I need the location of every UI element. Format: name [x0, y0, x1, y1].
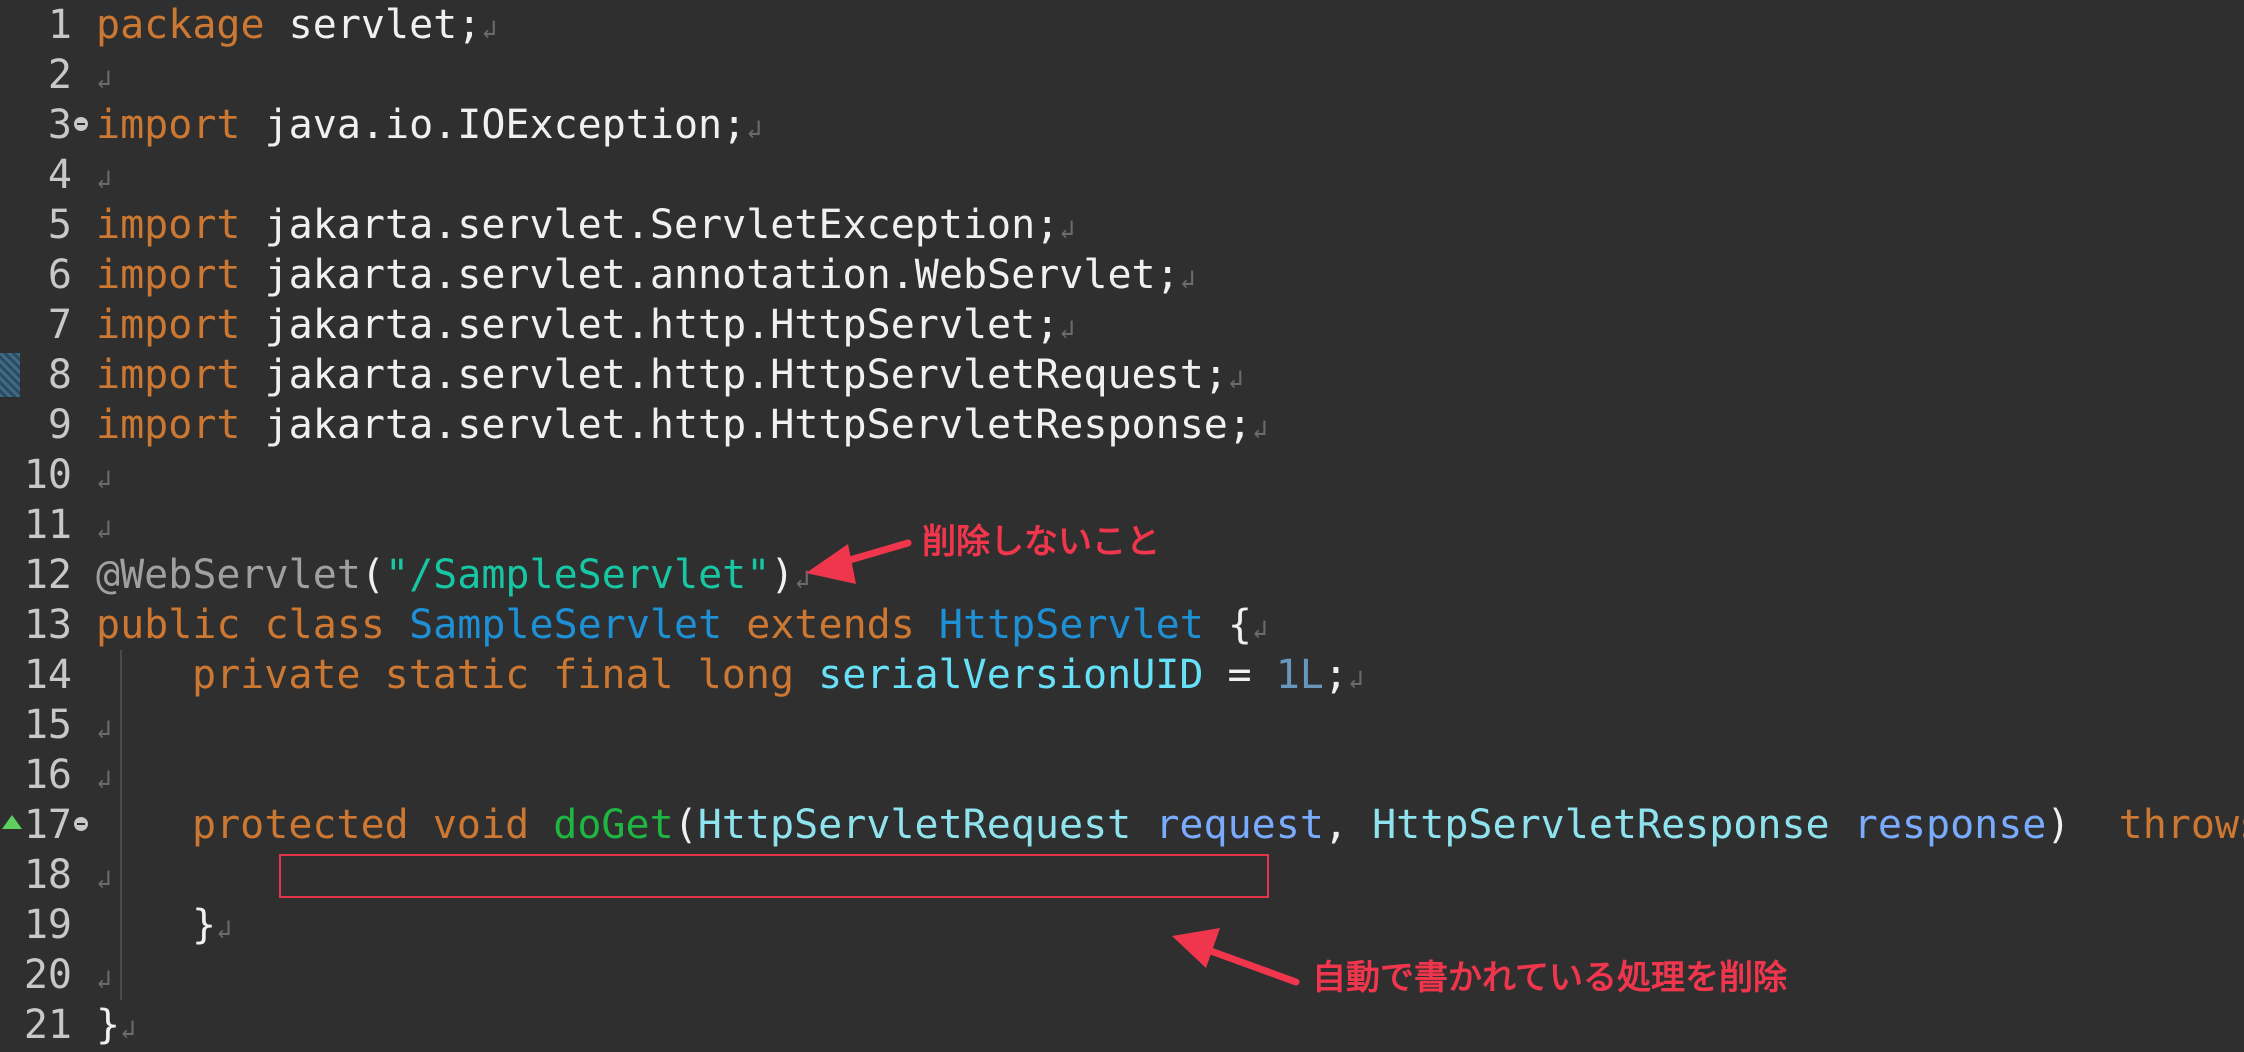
fold-collapse-icon[interactable]	[74, 117, 88, 131]
code-line[interactable]: 2 ↲	[0, 50, 2244, 100]
line-number: 9	[47, 402, 72, 448]
line-number: 4	[47, 152, 72, 198]
line-return-icon: ↲	[96, 765, 112, 795]
line-number: 16	[23, 752, 72, 798]
code-line[interactable]: 9 import jakarta.servlet.http.HttpServlet…	[0, 400, 2244, 450]
line-return-icon: ↲	[1227, 365, 1244, 395]
line-number: 19	[23, 902, 72, 948]
code-text: import jakarta.servlet.http.HttpServletR…	[96, 402, 1268, 448]
line-number: 10	[23, 452, 72, 498]
indent-guide	[120, 800, 122, 850]
line-return-icon: ↲	[794, 565, 811, 595]
indent-guide	[120, 700, 122, 750]
code-text: protected void doGet(HttpServletRequest …	[192, 802, 2244, 848]
code-text: import java.io.IOException;↲	[96, 102, 762, 148]
line-return-icon: ↲	[120, 1015, 136, 1045]
code-line[interactable]: 10 ↲	[0, 450, 2244, 500]
code-text: @WebServlet("/SampleServlet")↲	[96, 552, 811, 598]
line-return-icon: ↲	[1059, 215, 1075, 245]
line-return-icon: ↲	[96, 165, 112, 195]
line-number: 8	[47, 352, 72, 398]
highlight-box	[279, 854, 1269, 898]
code-text: import jakarta.servlet.http.HttpServlet;…	[96, 302, 1075, 348]
line-return-icon: ↲	[96, 865, 112, 895]
code-text: }↲	[192, 902, 232, 948]
line-number: 14	[23, 652, 72, 698]
code-text: package servlet;↲	[96, 2, 497, 48]
code-text: import jakarta.servlet.http.HttpServletR…	[96, 352, 1244, 398]
line-return-icon: ↲	[746, 115, 762, 145]
code-text: import jakarta.servlet.ServletException;…	[96, 202, 1075, 248]
line-return-icon: ↲	[481, 15, 497, 45]
line-return-icon: ↲	[1347, 665, 1364, 695]
code-text: ↲	[96, 750, 112, 805]
code-editor[interactable]: 1 package servlet;↲ 2 ↲ 3 import java.io.IOEx…	[0, 0, 2244, 1052]
line-number: 15	[23, 702, 72, 748]
indent-guide	[120, 850, 122, 900]
line-return-icon: ↲	[1059, 315, 1075, 345]
code-line[interactable]: 1 package servlet;↲	[0, 0, 2244, 50]
code-line[interactable]: 8 import jakarta.servlet.http.HttpServlet…	[0, 350, 2244, 400]
code-text: ↲	[96, 150, 112, 205]
line-return-icon: ↲	[1251, 415, 1268, 445]
code-text: ↲	[96, 450, 112, 505]
line-return-icon: ↲	[1251, 615, 1268, 645]
code-line[interactable]: 15 ↲	[0, 700, 2244, 750]
line-number: 7	[47, 302, 72, 348]
line-return-icon: ↲	[1179, 265, 1196, 295]
indent-guide	[120, 750, 122, 800]
line-number: 2	[47, 52, 72, 98]
code-line[interactable]: 6 import jakarta.servlet.annotation.WebSe…	[0, 250, 2244, 300]
line-number: 3	[47, 102, 72, 148]
line-return-icon: ↲	[96, 965, 112, 995]
line-number: 11	[23, 502, 72, 548]
line-return-icon: ↲	[96, 465, 112, 495]
code-line[interactable]: 20 ↲	[0, 950, 2244, 1000]
code-line[interactable]: 3 import java.io.IOException;↲	[0, 100, 2244, 150]
code-text: }↲	[96, 1002, 136, 1048]
fold-collapse-icon[interactable]	[74, 817, 88, 831]
note-remove: 自動で書かれている処理を削除	[1312, 958, 1787, 998]
code-line[interactable]: 5 import jakarta.servlet.ServletException…	[0, 200, 2244, 250]
code-text: ↲	[96, 700, 112, 755]
code-text: import jakarta.servlet.annotation.WebSer…	[96, 252, 1196, 298]
indent-guide	[120, 650, 122, 700]
line-number: 17	[23, 802, 72, 848]
code-text: private static final long serialVersionU…	[192, 652, 1364, 698]
line-number: 12	[23, 552, 72, 598]
indent-guide	[120, 950, 122, 1000]
code-line[interactable]: 17 protected void doGet(HttpServletReques…	[0, 800, 2244, 850]
code-line[interactable]: 4 ↲	[0, 150, 2244, 200]
line-number: 21	[23, 1002, 72, 1048]
code-line[interactable]: 13 public class SampleServlet extends Htt…	[0, 600, 2244, 650]
code-line[interactable]: 14 private static final long serialVersio…	[0, 650, 2244, 700]
code-text: ↲	[96, 850, 112, 905]
code-text: ↲	[96, 950, 112, 1005]
line-number: 13	[23, 602, 72, 648]
indent-guide	[120, 900, 122, 950]
line-return-icon: ↲	[96, 65, 112, 95]
code-line[interactable]: 16 ↲	[0, 750, 2244, 800]
code-text: ↲	[96, 50, 112, 105]
line-return-icon: ↲	[96, 715, 112, 745]
note-keep: 削除しないこと	[922, 522, 1160, 562]
line-number: 6	[47, 252, 72, 298]
code-line[interactable]: 19 }↲	[0, 900, 2244, 950]
code-text: public class SampleServlet extends HttpS…	[96, 602, 1268, 648]
code-line[interactable]: 21 }↲	[0, 1000, 2244, 1050]
line-return-icon: ↲	[96, 515, 112, 545]
line-number: 20	[23, 952, 72, 998]
line-return-icon: ↲	[216, 915, 232, 945]
line-number: 18	[23, 852, 72, 898]
line-number: 5	[47, 202, 72, 248]
code-line[interactable]: 7 import jakarta.servlet.http.HttpServlet…	[0, 300, 2244, 350]
code-text: ↲	[96, 500, 112, 555]
line-number: 1	[47, 2, 72, 48]
